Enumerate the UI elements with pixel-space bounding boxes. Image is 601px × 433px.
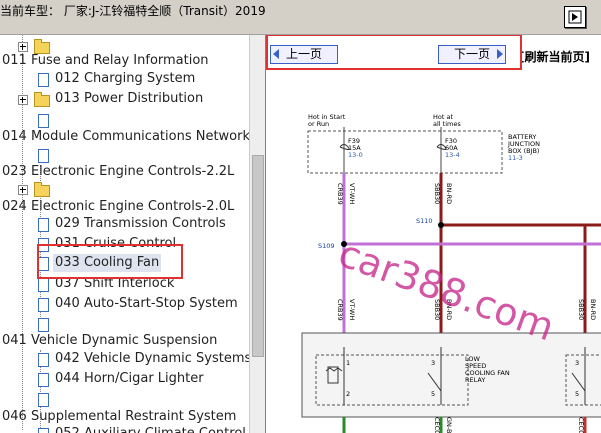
exit-button[interactable]: [564, 6, 586, 28]
tree-item-052[interactable]: 052 Auxiliary Climate Control: [0, 425, 249, 433]
tree-item-label: 013 Power Distribution: [55, 91, 204, 106]
refresh-label: 刷新当前页: [524, 50, 585, 64]
document-icon: [38, 149, 49, 163]
tree-item-label: 029 Transmission Controls: [55, 216, 226, 231]
wire-label: CEC09: [433, 417, 441, 433]
pin-label: 3: [431, 359, 435, 367]
pin-label: 1: [346, 359, 350, 367]
wire-label: VT-WH: [348, 183, 356, 204]
content-pane: 上一页 下一页 [刷新当前页] Hot in Start or Run Hot …: [265, 35, 601, 433]
wire-label: BN-RD: [445, 183, 453, 204]
title-bar: 当前车型： 厂家:J-江铃福特全顺（Transit）2019: [0, 0, 601, 35]
splice-s109-label: S109: [318, 242, 335, 250]
bjb-page-ref: 11-3: [508, 154, 523, 162]
tree-item-046[interactable]: 046 Supplemental Restraint System: [0, 408, 249, 426]
expand-icon[interactable]: [18, 95, 28, 105]
folder-icon: [34, 182, 50, 197]
bjb-box: [307, 130, 503, 174]
splice-s110-label: S110: [416, 217, 433, 225]
fuse-f30-ref: 13-4: [445, 151, 460, 159]
expand-icon[interactable]: [18, 42, 28, 52]
document-icon: [38, 318, 49, 332]
splice-s110: [438, 222, 444, 228]
tree-item-014[interactable]: 014 Module Communications Network: [0, 128, 250, 146]
refresh-page-link[interactable]: [刷新当前页]: [519, 48, 590, 65]
pin-label: 5: [431, 390, 435, 398]
tree-item-label: 041 Vehicle Dynamic Suspension: [2, 333, 218, 348]
tree-item-024[interactable]: 024 Electronic Engine Controls-2.0L: [0, 198, 249, 216]
tree-item-label: 052 Auxiliary Climate Control: [55, 425, 246, 433]
tree-item-label: 014 Module Communications Network: [2, 129, 250, 144]
folder-icon: [34, 92, 50, 107]
document-icon: [38, 298, 49, 312]
document-icon: [38, 373, 49, 387]
navigation-tree: 011 Fuse and Relay Information 012 Charg…: [0, 35, 265, 433]
document-icon: [38, 73, 49, 87]
vehicle-title: 当前车型： 厂家:J-江铃福特全顺（Transit）2019: [0, 4, 266, 18]
tree-scrollbar[interactable]: [249, 35, 265, 433]
exit-icon: [568, 10, 582, 24]
pin-label: 5: [575, 390, 579, 398]
pin-label: 3: [575, 359, 579, 367]
tree-item-012[interactable]: 012 Charging System: [0, 70, 249, 88]
tree-node[interactable]: [0, 111, 249, 129]
tree-node[interactable]: [0, 180, 249, 198]
document-icon: [38, 278, 49, 292]
tree-node[interactable]: [0, 390, 249, 408]
document-icon: [38, 393, 49, 407]
hot-start-label-2: or Run: [308, 120, 329, 128]
relay-module-box: [301, 332, 601, 418]
wire-label: CRB39: [336, 183, 344, 205]
tree-item-label: 011 Fuse and Relay Information: [2, 53, 209, 68]
tree-item-label: 044 Horn/Cigar Lighter: [55, 371, 204, 386]
tree-item-label: 012 Charging System: [55, 71, 196, 86]
wire-label: CEC07: [577, 417, 585, 433]
tree-item-label: 024 Electronic Engine Controls-2.0L: [2, 199, 235, 214]
wire-label: GN-BU: [445, 417, 453, 433]
expand-icon[interactable]: [18, 185, 28, 195]
document-icon: [38, 218, 49, 232]
relay-label-4: RELAY: [465, 376, 485, 384]
scrollbar-thumb[interactable]: [252, 155, 264, 357]
document-icon: [38, 114, 49, 128]
wire-label: CRB39: [336, 299, 344, 321]
document-icon: [38, 428, 49, 433]
wire-label: BN-RD: [589, 299, 597, 320]
wire-label: VT-WH: [348, 299, 356, 320]
fuse-f39-ref: 13-0: [348, 151, 363, 159]
highlight-box: [266, 35, 522, 70]
page-nav-bar: 上一页 下一页 [刷新当前页]: [266, 35, 601, 71]
tree-item-011[interactable]: 011 Fuse and Relay Information: [0, 52, 249, 70]
highlight-box: [37, 244, 183, 279]
tree-item-041[interactable]: 041 Vehicle Dynamic Suspension: [0, 332, 249, 350]
wiring-diagram: Hot in Start or Run Hot at all times BAT…: [301, 113, 601, 433]
hot-all-label-2: all times: [433, 120, 461, 128]
wire-label: SBB30: [577, 299, 585, 320]
tree-item-040[interactable]: 040 Auto-Start-Stop System: [0, 295, 249, 313]
tree-item-label: 042 Vehicle Dynamic Systems: [55, 351, 252, 366]
wire-label: SBB30: [433, 183, 441, 204]
tree-node[interactable]: [0, 315, 249, 333]
tree-item-023[interactable]: 023 Electronic Engine Controls-2.2L: [0, 163, 249, 181]
pin-label: 2: [346, 390, 350, 398]
tree-item-label: 046 Supplemental Restraint System: [2, 409, 237, 424]
document-icon: [38, 353, 49, 367]
tree-item-042[interactable]: 042 Vehicle Dynamic Systems: [0, 350, 252, 368]
tree-item-label: 040 Auto-Start-Stop System: [55, 296, 238, 311]
tree-item-013[interactable]: 013 Power Distribution: [0, 90, 249, 108]
tree-item-029[interactable]: 029 Transmission Controls: [0, 215, 249, 233]
tree-node[interactable]: [0, 146, 249, 164]
tree-item-044[interactable]: 044 Horn/Cigar Lighter: [0, 370, 249, 388]
tree-item-label: 023 Electronic Engine Controls-2.2L: [2, 164, 235, 179]
